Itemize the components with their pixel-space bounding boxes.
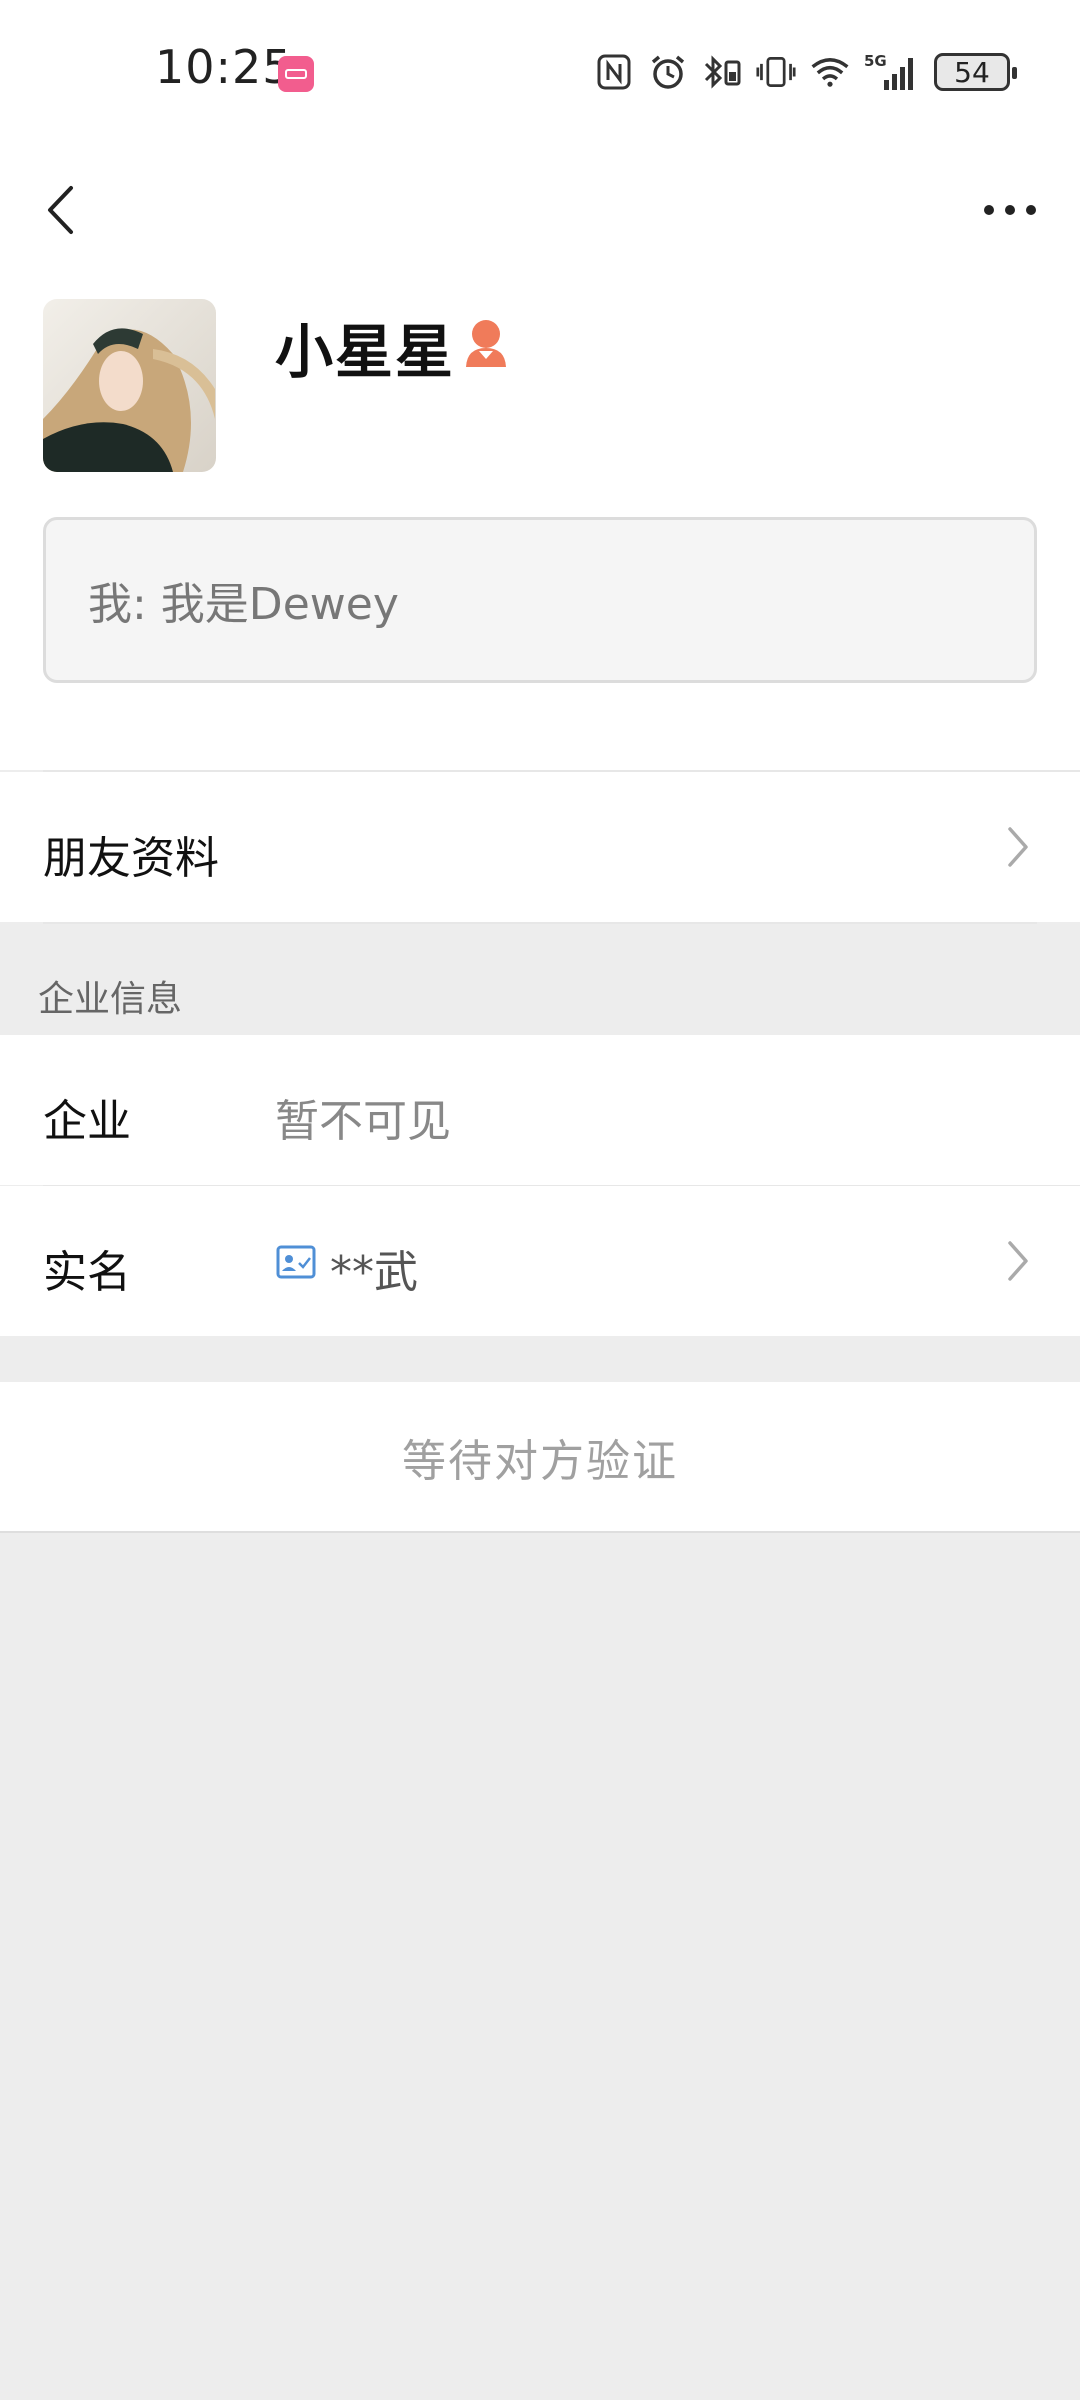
id-card-icon	[276, 1245, 316, 1279]
nickname: 小星星	[275, 318, 456, 386]
female-icon	[463, 315, 509, 369]
chevron-right-icon	[1008, 1241, 1028, 1281]
vibrate-icon	[756, 52, 796, 92]
waiting-verification-button[interactable]: 等待对方验证	[0, 1382, 1080, 1532]
signal-icon: 5G	[864, 52, 920, 92]
more-horizontal-icon	[984, 205, 1036, 215]
realname-row[interactable]: 实名 **武	[0, 1186, 1080, 1336]
divider	[43, 922, 1037, 924]
company-row: 企业 暂不可见	[0, 1035, 1080, 1185]
realname-label: 实名	[43, 1247, 131, 1298]
nfc-icon	[594, 52, 634, 92]
realname-value: **武	[330, 1247, 418, 1298]
note-message: 我: 我是Dewey	[43, 517, 1037, 683]
section-title-enterprise: 企业信息	[38, 979, 183, 1020]
bluetooth-icon	[702, 52, 742, 92]
back-button[interactable]	[30, 170, 90, 250]
profile-card: 小星星 我: 我是Dewey	[0, 295, 1080, 770]
company-value: 暂不可见	[275, 1096, 451, 1147]
battery-icon: 54	[934, 53, 1017, 91]
divider	[0, 1531, 1080, 1533]
battery-level: 54	[954, 55, 990, 89]
status-icons: 5G 54	[594, 48, 1017, 96]
alarm-icon	[648, 52, 688, 92]
chevron-right-icon	[1008, 827, 1028, 867]
avatar[interactable]	[43, 299, 216, 472]
bilibili-notification-icon	[278, 56, 314, 92]
status-bar: 10:25 5G 54	[0, 0, 1080, 145]
chevron-left-icon	[48, 186, 73, 234]
friend-info-row[interactable]: 朋友资料	[0, 772, 1080, 922]
nav-bar	[0, 145, 1080, 295]
network-type-label: 5G	[864, 52, 887, 70]
wifi-icon	[810, 52, 850, 92]
company-label: 企业	[43, 1096, 131, 1147]
status-time: 10:25	[155, 40, 293, 94]
more-button[interactable]	[970, 170, 1050, 250]
friend-info-label: 朋友资料	[43, 833, 219, 884]
